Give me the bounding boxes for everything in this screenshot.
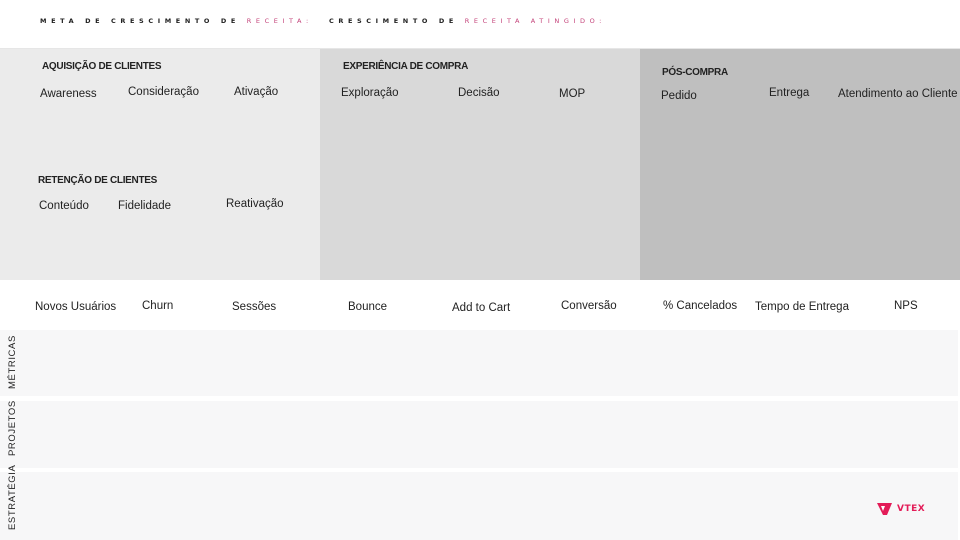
section-title-aquisicao: AQUISIÇÃO DE CLIENTES: [42, 61, 162, 72]
meta-crescimento-receita-label: META DE CRESCIMENTO DE RECEITA:: [40, 17, 313, 25]
panel-pos-compra: PÓS-COMPRA Pedido Entrega Atendimento ao…: [640, 49, 960, 280]
stage-conteudo: Conteúdo: [39, 200, 89, 212]
stage-decisao: Decisão: [458, 87, 500, 99]
atingido-prefix: CRESCIMENTO DE: [329, 17, 465, 25]
row-estrategia[interactable]: [0, 472, 958, 540]
metric-novos-usuarios: Novos Usuários: [35, 301, 117, 313]
stage-ativacao: Ativação: [234, 86, 279, 98]
vtex-logo: VTEX: [876, 502, 925, 516]
stage-mop: MOP: [559, 88, 586, 100]
row-label-metricas: MÉTRICAS: [7, 335, 18, 389]
vtex-logo-icon: [877, 503, 892, 515]
metric-churn: Churn: [142, 300, 174, 312]
row-projetos[interactable]: [0, 401, 958, 468]
stage-exploracao: Exploração: [341, 87, 399, 99]
section-title-pos-compra: PÓS-COMPRA: [662, 67, 728, 78]
vtex-logo-text: VTEX: [897, 504, 926, 514]
metric-nps: NPS: [894, 300, 918, 312]
stage-atendimento-cliente: Atendimento ao Cliente: [838, 88, 958, 100]
metric-bounce: Bounce: [348, 301, 388, 313]
metric-conversao: Conversão: [561, 300, 617, 312]
metric-tempo-entrega: Tempo de Entrega: [755, 301, 849, 313]
meta-prefix: META DE CRESCIMENTO DE: [40, 17, 247, 25]
section-title-experiencia: EXPERIÊNCIA DE COMPRA: [343, 61, 469, 72]
row-label-estrategia: ESTRATÉGIA: [7, 464, 18, 530]
metric-cancelados: % Cancelados: [663, 300, 738, 312]
stage-awareness: Awareness: [40, 88, 97, 100]
section-title-retencao: RETENÇÃO DE CLIENTES: [38, 175, 158, 186]
atingido-accent: RECEITA ATINGIDO:: [464, 17, 606, 25]
panel-experiencia-compra: EXPERIÊNCIA DE COMPRA Exploração Decisão…: [320, 49, 640, 280]
stage-fidelidade: Fidelidade: [118, 200, 172, 212]
stage-pedido: Pedido: [661, 90, 697, 102]
stage-reativacao: Reativação: [226, 198, 284, 210]
stage-entrega: Entrega: [769, 87, 810, 99]
row-label-projetos: PROJETOS: [7, 400, 18, 456]
metric-add-to-cart: Add to Cart: [452, 302, 511, 314]
row-metricas[interactable]: [0, 330, 958, 396]
stage-consideracao: Consideração: [128, 86, 199, 98]
panel-aquisicao-retencao: AQUISIÇÃO DE CLIENTES Awareness Consider…: [0, 49, 320, 280]
crescimento-receita-atingido-label: CRESCIMENTO DE RECEITA ATINGIDO:: [329, 17, 606, 25]
meta-accent: RECEITA:: [246, 17, 313, 25]
metric-sessoes: Sessões: [232, 301, 277, 313]
